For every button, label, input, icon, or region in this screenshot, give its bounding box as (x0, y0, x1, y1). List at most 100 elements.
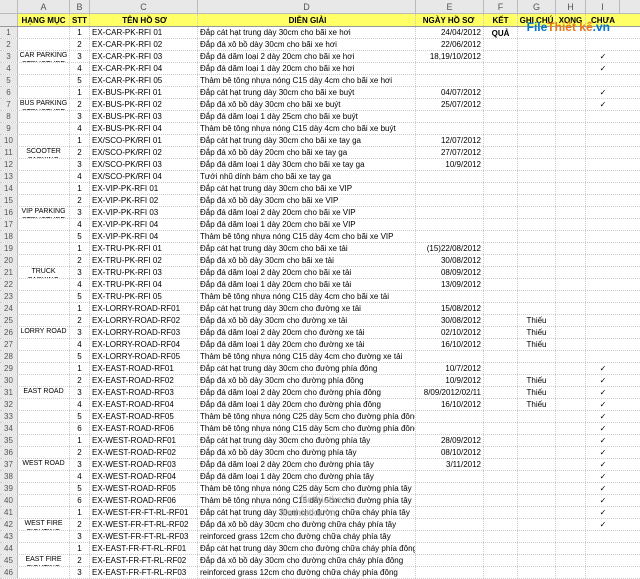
cell-chua[interactable]: ✓ (586, 519, 620, 530)
cell-ghichu[interactable] (518, 39, 556, 50)
cell-desc[interactable]: Đắp đá dăm loại 1 dày 25cm cho bãi xe bu… (198, 111, 416, 122)
cell-desc[interactable]: Đắp đá dăm loại 1 dày 20cm cho đường phí… (198, 471, 416, 482)
cell-code[interactable]: EX-TRU-PK-RFI 03 (90, 267, 198, 278)
cell-date[interactable] (416, 555, 484, 566)
cell-desc[interactable]: Thảm bê tông nhựa nóng C15 dày 4cm cho b… (198, 291, 416, 302)
cell-xong[interactable] (556, 279, 586, 290)
cell-chua[interactable]: ✓ (586, 63, 620, 74)
cell-date[interactable]: 12/07/2012 (416, 135, 484, 146)
cell-chua[interactable]: ✓ (586, 411, 620, 422)
cell-chua[interactable] (586, 315, 620, 326)
cell-xong[interactable] (556, 123, 586, 134)
cell-hang-muc[interactable] (18, 243, 70, 254)
cell-desc[interactable]: Đắp đá dăm loại 1 dày 20cm cho bãi xe hơ… (198, 63, 416, 74)
cell-ghichu[interactable] (518, 471, 556, 482)
cell-desc[interactable]: Thảm bê tông nhựa nóng C15 dày 4cm cho b… (198, 123, 416, 134)
col-F-header[interactable]: F (484, 0, 518, 13)
cell-date[interactable]: 8/09/2012/02/11 (416, 387, 484, 398)
cell-chua[interactable]: ✓ (586, 375, 620, 386)
hdr-ghi-chu[interactable]: GHI CHÚ (518, 14, 556, 26)
cell-hang-muc[interactable] (18, 75, 70, 86)
cell-xong[interactable] (556, 351, 586, 362)
cell-xong[interactable] (556, 27, 586, 38)
cell-date[interactable]: 08/10/2012 (416, 447, 484, 458)
cell-xong[interactable] (556, 231, 586, 242)
cell-ghichu[interactable] (518, 531, 556, 542)
cell-stt[interactable]: 1 (70, 507, 90, 518)
cell-stt[interactable]: 1 (70, 303, 90, 314)
cell-ghichu[interactable] (518, 219, 556, 230)
cell-code[interactable]: EX/SCO-PK/RFI 01 (90, 135, 198, 146)
cell-chua[interactable] (586, 171, 620, 182)
cell-date[interactable]: 16/10/2012 (416, 399, 484, 410)
cell-stt[interactable]: 2 (70, 255, 90, 266)
cell-date[interactable] (416, 471, 484, 482)
cell-date[interactable]: 28/09/2012 (416, 435, 484, 446)
row-number[interactable]: 21 (0, 267, 18, 278)
hdr-chua[interactable]: CHƯA (586, 14, 620, 26)
cell-ketqua[interactable] (484, 567, 518, 578)
cell-ketqua[interactable] (484, 147, 518, 158)
cell-ghichu[interactable] (518, 123, 556, 134)
cell-code[interactable]: EX-EAST-FR-FT-RL-RF03 (90, 567, 198, 578)
cell-code[interactable]: EX-VIP-PK-RFI 04 (90, 231, 198, 242)
cell-hang-muc[interactable] (18, 507, 70, 518)
cell-stt[interactable]: 4 (70, 279, 90, 290)
cell-xong[interactable] (556, 75, 586, 86)
cell-stt[interactable]: 1 (70, 87, 90, 98)
cell-stt[interactable]: 3 (70, 567, 90, 578)
cell-date[interactable] (416, 411, 484, 422)
cell-ghichu[interactable]: Thiếu (518, 327, 556, 338)
cell-ghichu[interactable] (518, 423, 556, 434)
cell-desc[interactable]: Đắp đá dăm loại 1 dày 30cm cho bãi xe ta… (198, 159, 416, 170)
cell-stt[interactable]: 1 (70, 27, 90, 38)
cell-stt[interactable]: 2 (70, 555, 90, 566)
cell-date[interactable] (416, 75, 484, 86)
cell-chua[interactable]: ✓ (586, 99, 620, 110)
cell-date[interactable]: 08/09/2012 (416, 267, 484, 278)
cell-date[interactable]: 04/07/2012 (416, 87, 484, 98)
cell-desc[interactable]: Thảm bê tông nhựa nóng C25 dày 5cm cho đ… (198, 483, 416, 494)
cell-hang-muc[interactable]: BUS PARKING STRUCTURE (18, 99, 70, 110)
cell-hang-muc[interactable] (18, 87, 70, 98)
cell-ghichu[interactable] (518, 363, 556, 374)
row-number[interactable]: 24 (0, 303, 18, 314)
cell-desc[interactable]: reinforced grass 12cm cho đường chữa chá… (198, 531, 416, 542)
cell-ghichu[interactable]: Thiếu (518, 339, 556, 350)
row-number[interactable]: 29 (0, 363, 18, 374)
cell-date[interactable] (416, 351, 484, 362)
cell-ketqua[interactable] (484, 459, 518, 470)
hdr-ten-ho-so[interactable]: TÊN HỒ SƠ (90, 14, 198, 26)
cell-ketqua[interactable] (484, 27, 518, 38)
row-number[interactable] (0, 14, 18, 26)
cell-ketqua[interactable] (484, 315, 518, 326)
cell-code[interactable]: EX-TRU-PK-RFI 02 (90, 255, 198, 266)
cell-chua[interactable] (586, 555, 620, 566)
cell-ghichu[interactable] (518, 147, 556, 158)
cell-desc[interactable]: Đắp đá xô bồ dày 30cm cho bãi xe hơi (198, 39, 416, 50)
cell-stt[interactable]: 2 (70, 195, 90, 206)
cell-date[interactable]: 18,19/10/2012 (416, 51, 484, 62)
cell-desc[interactable]: Đắp cát hạt trung dày 30cm cho bãi xe tả… (198, 243, 416, 254)
row-number[interactable]: 34 (0, 423, 18, 434)
cell-date[interactable]: 25/07/2012 (416, 99, 484, 110)
cell-xong[interactable] (556, 555, 586, 566)
cell-date[interactable]: 13/09/2012 (416, 279, 484, 290)
cell-chua[interactable] (586, 327, 620, 338)
cell-xong[interactable] (556, 63, 586, 74)
cell-chua[interactable] (586, 351, 620, 362)
cell-code[interactable]: EX/SCO-PK/RFI 03 (90, 159, 198, 170)
cell-hang-muc[interactable] (18, 27, 70, 38)
cell-hang-muc[interactable] (18, 159, 70, 170)
cell-xong[interactable] (556, 567, 586, 578)
cell-code[interactable]: EX-TRU-PK-RFI 05 (90, 291, 198, 302)
cell-ketqua[interactable] (484, 63, 518, 74)
row-number[interactable]: 45 (0, 555, 18, 566)
cell-desc[interactable]: Đắp đá dăm loại 2 dày 20cm cho bãi xe hơ… (198, 51, 416, 62)
hdr-stt[interactable]: STT (70, 14, 90, 26)
cell-xong[interactable] (556, 507, 586, 518)
cell-chua[interactable]: ✓ (586, 423, 620, 434)
cell-stt[interactable]: 5 (70, 75, 90, 86)
cell-date[interactable] (416, 195, 484, 206)
cell-hang-muc[interactable] (18, 363, 70, 374)
